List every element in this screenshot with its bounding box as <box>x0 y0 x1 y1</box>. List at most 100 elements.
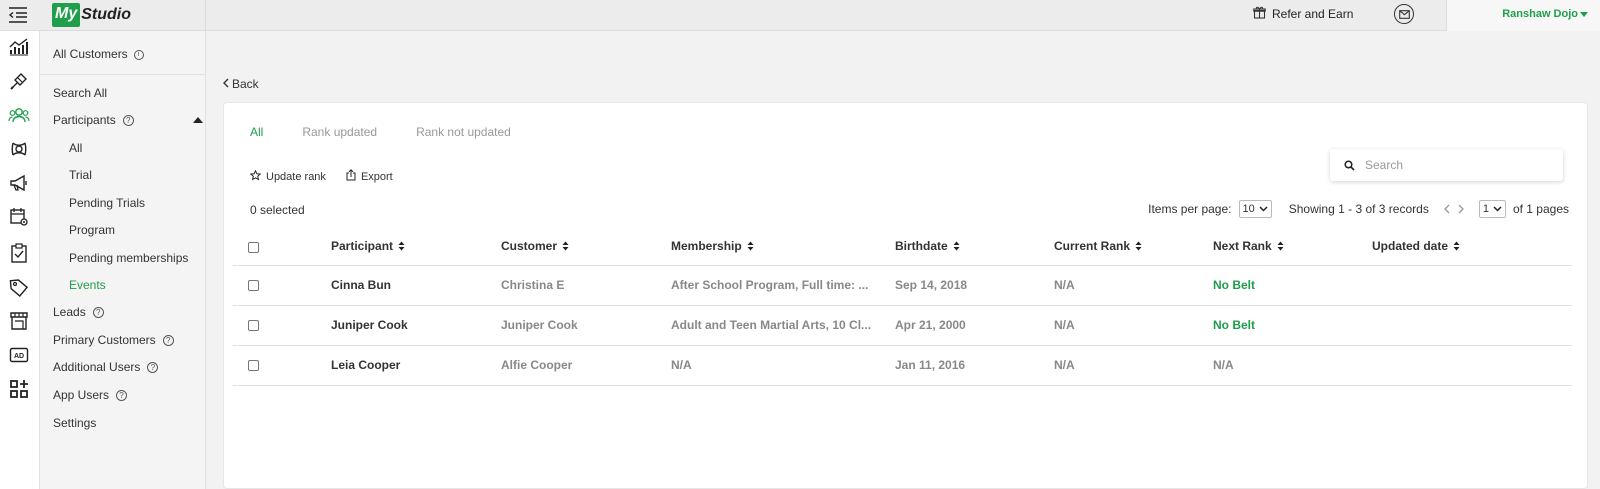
row-checkbox[interactable] <box>248 320 259 332</box>
selected-count: 0 selected <box>250 203 305 217</box>
help-icon[interactable]: ? <box>116 390 128 402</box>
membership: After School Program, Full time: ... <box>671 265 895 306</box>
row-checkbox[interactable] <box>248 360 259 372</box>
calendar-settings-icon[interactable] <box>8 206 30 228</box>
mystudio-logo[interactable]: My Studio <box>52 2 131 28</box>
of-pages: of 1 pages <box>1512 202 1569 216</box>
column-header[interactable]: Participant <box>331 229 501 266</box>
sidebar-item-additional-users[interactable]: Additional Users? <box>53 360 159 374</box>
sidebar-item-participants[interactable]: Participants? <box>53 113 203 127</box>
subnav-title-text: All Customers <box>53 47 128 61</box>
refer-label: Refer and Earn <box>1272 7 1354 21</box>
page-select[interactable]: 1 <box>1478 200 1506 218</box>
prev-page-button[interactable] <box>1443 202 1450 217</box>
row-checkbox[interactable] <box>248 280 259 292</box>
user-name: Ranshaw Dojo <box>1502 8 1578 20</box>
action-bar: Update rank Export <box>249 169 413 184</box>
icon-rail: AD <box>0 31 40 489</box>
select-all-checkbox[interactable] <box>248 242 259 254</box>
gift-icon <box>1253 6 1266 22</box>
programs-icon[interactable] <box>8 138 30 160</box>
sidebar-item-search-all[interactable]: Search All <box>53 86 107 100</box>
ad-icon[interactable]: AD <box>8 344 30 366</box>
updated-date <box>1372 265 1572 306</box>
table-row[interactable]: Leia Cooper Alfie Cooper N/A Jan 11, 201… <box>233 345 1572 386</box>
items-per-page-label: Items per page: <box>1148 202 1232 216</box>
store-icon[interactable] <box>8 310 30 332</box>
search-input[interactable] <box>1365 158 1545 172</box>
customers-icon[interactable] <box>8 104 30 126</box>
checklist-icon[interactable] <box>8 242 30 264</box>
column-header[interactable]: Membership <box>671 229 895 266</box>
column-header[interactable]: Updated date <box>1372 229 1572 266</box>
search-icon <box>1344 159 1355 171</box>
sidebar-item-settings[interactable]: Settings <box>53 416 96 430</box>
mail-icon[interactable] <box>1394 4 1414 24</box>
update-rank-button[interactable]: Update rank <box>249 169 326 184</box>
sidebar-item-all[interactable]: All <box>69 141 82 155</box>
current-rank: N/A <box>1054 265 1213 306</box>
help-icon[interactable]: ? <box>92 307 104 319</box>
caret-down-icon <box>1580 11 1588 17</box>
sidebar-item-trial[interactable]: Trial <box>69 168 92 182</box>
tab-rank-not-updated[interactable]: Rank not updated <box>416 125 511 139</box>
tab-rank-updated[interactable]: Rank updated <box>302 125 377 139</box>
participant-name[interactable]: Juniper Cook <box>331 305 501 346</box>
table-row[interactable]: Cinna Bun Christina E After School Progr… <box>233 265 1572 306</box>
search-box[interactable] <box>1330 149 1563 181</box>
chevron-left-icon <box>222 77 229 91</box>
customer-name: Juniper Cook <box>501 305 671 346</box>
page-value: 1 <box>1482 203 1489 215</box>
table-row[interactable]: Juniper Cook Juniper Cook Adult and Teen… <box>233 305 1572 346</box>
sidebar-item-events[interactable]: Events <box>69 278 106 292</box>
help-icon[interactable]: ? <box>147 362 159 374</box>
column-header[interactable]: Customer <box>501 229 671 266</box>
dashboard-icon[interactable] <box>8 36 30 58</box>
sort-icon <box>1135 240 1142 254</box>
chevron-right-icon <box>1458 204 1464 213</box>
sidebar-item-primary-customers[interactable]: Primary Customers? <box>53 333 174 347</box>
participant-name[interactable]: Cinna Bun <box>331 265 501 306</box>
tools-icon[interactable] <box>8 70 30 92</box>
sidebar-item-program[interactable]: Program <box>69 223 115 237</box>
back-link[interactable]: Back <box>222 77 259 91</box>
info-icon[interactable]: i <box>133 49 144 60</box>
refer-and-earn-button[interactable]: Refer and Earn <box>1253 6 1353 22</box>
column-header[interactable]: Birthdate <box>895 229 1054 266</box>
apps-icon[interactable] <box>8 378 30 400</box>
sidebar-item-app-users[interactable]: App Users? <box>53 388 128 402</box>
participant-name[interactable]: Leia Cooper <box>331 345 501 386</box>
column-header[interactable]: Next Rank <box>1213 229 1372 266</box>
column-header[interactable]: Current Rank <box>1054 229 1213 266</box>
sort-icon <box>398 240 405 254</box>
subnav-title: All Customers i <box>53 47 144 61</box>
sidebar-item-leads[interactable]: Leads? <box>53 305 104 319</box>
tab-all[interactable]: All <box>250 125 263 139</box>
help-icon[interactable]: ? <box>162 335 174 347</box>
rank-tabs: All Rank updated Rank not updated <box>250 125 550 139</box>
star-icon <box>249 169 262 184</box>
menu-toggle-icon[interactable] <box>8 6 28 24</box>
chevron-left-icon <box>1443 204 1450 213</box>
sidebar-item-label: Additional Users <box>53 360 141 374</box>
export-button[interactable]: Export <box>346 169 393 184</box>
items-per-page-value: 10 <box>1242 203 1255 215</box>
sidebar-item-pending-trials[interactable]: Pending Trials <box>69 196 145 210</box>
logo-my: My <box>52 3 81 27</box>
birthdate: Apr 21, 2000 <box>895 305 1054 346</box>
export-icon <box>346 169 356 184</box>
next-page-button[interactable] <box>1458 202 1465 217</box>
help-icon[interactable]: ? <box>122 115 134 127</box>
divider <box>205 0 206 31</box>
current-rank: N/A <box>1054 305 1213 346</box>
sidebar-item-label: Leads <box>53 305 86 319</box>
caret-up-icon[interactable] <box>193 117 203 123</box>
user-menu[interactable]: Ranshaw Dojo <box>1502 8 1588 20</box>
sort-icon <box>1277 240 1284 254</box>
sidebar-item-pending-memberships[interactable]: Pending memberships <box>69 251 188 265</box>
marketing-icon[interactable] <box>8 172 30 194</box>
tag-icon[interactable] <box>8 276 30 298</box>
sort-icon <box>953 240 960 254</box>
items-per-page-select[interactable]: 10 <box>1238 200 1272 218</box>
export-label: Export <box>360 170 393 183</box>
